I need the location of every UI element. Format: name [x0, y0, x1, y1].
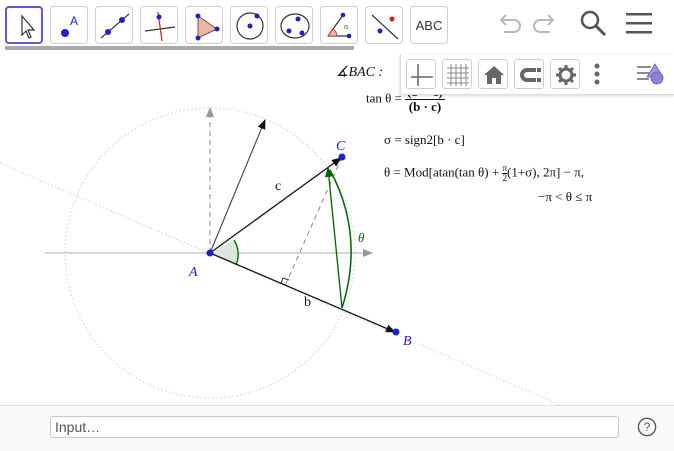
point-b-label: B [403, 334, 412, 349]
angle-tool-button[interactable]: α [320, 6, 358, 44]
perpendicular-line-tool-button[interactable] [140, 6, 178, 44]
graphics-view[interactable]: A B C c b θ [0, 50, 674, 405]
point-a-label: A [188, 265, 198, 280]
settings-icon [556, 65, 576, 85]
point-c[interactable] [338, 153, 346, 161]
move-tool-button[interactable] [5, 6, 43, 44]
more-icon[interactable] [589, 59, 605, 89]
perpendicular-line-tool-icon [144, 11, 176, 42]
home-button[interactable] [478, 59, 508, 89]
theta-label: θ [358, 230, 365, 245]
point-tool-button[interactable]: A [50, 6, 88, 44]
move-tool-icon [21, 14, 36, 39]
right-angle-marker [280, 277, 290, 284]
svg-text:α: α [344, 22, 349, 31]
vector-b-label: b [304, 295, 311, 310]
home-icon [484, 66, 504, 84]
search-icon[interactable] [578, 8, 608, 38]
style-bar-toggle-icon[interactable] [635, 59, 669, 89]
menu-icon[interactable] [624, 8, 654, 38]
reflect-tool-button[interactable] [365, 6, 403, 44]
point-b[interactable] [392, 328, 400, 336]
line-tool-button[interactable] [95, 6, 133, 44]
svg-text:A: A [70, 14, 78, 28]
angle-name-label: ∡BAC : [336, 65, 384, 80]
settings-button[interactable] [550, 59, 580, 89]
grid-toggle-icon [447, 64, 469, 86]
theta-range: −π < θ ≤ π [538, 189, 593, 204]
redo-icon[interactable] [530, 8, 560, 38]
conic-tool-icon [280, 13, 310, 39]
vector-c-label: c [275, 179, 281, 194]
magnet-snap-button[interactable] [514, 59, 544, 89]
conic-tool-button[interactable] [275, 6, 313, 44]
graphics-style-bar [400, 54, 674, 95]
polygon-tool-button[interactable] [185, 6, 223, 44]
line-tool-icon [100, 13, 130, 39]
sigma-formula: σ = sign2[b · c] [384, 132, 465, 147]
circle-tool-button[interactable] [230, 6, 268, 44]
text-tool-label: ABC [415, 17, 443, 33]
point-c-label: C [336, 139, 346, 154]
circle-tool-icon [236, 12, 264, 40]
dotted-guide-line [0, 162, 561, 405]
point-a[interactable] [206, 249, 214, 257]
grid-toggle-button[interactable] [442, 59, 472, 89]
undo-icon[interactable] [494, 8, 524, 38]
magnet-snap-icon [520, 68, 541, 82]
help-icon[interactable]: ? [637, 417, 657, 437]
point-tool-icon: A [61, 14, 78, 37]
axes-toggle-button[interactable] [406, 59, 436, 89]
help-label: ? [644, 420, 651, 434]
input-field[interactable] [50, 416, 619, 438]
angle-tool-icon: α [327, 12, 352, 39]
theta-formula: θ = Mod[atan(tan θ) + π 2 (1+σ), 2π] − π, [384, 164, 584, 183]
reflect-tool-icon [371, 14, 399, 40]
input-bar: ? [0, 405, 674, 451]
theta-formula-rhs: (1+σ), 2π] − π, [507, 164, 585, 180]
tan-denominator: (b · c) [408, 99, 442, 114]
text-tool-button[interactable]: ABC [410, 6, 448, 44]
polygon-tool-icon [195, 13, 220, 41]
theta-formula-lhs: θ = Mod[atan(tan θ) + [384, 164, 503, 180]
axes-toggle-icon [411, 64, 433, 86]
vector-b[interactable] [209, 252, 396, 333]
toolbar: A α ABC [0, 0, 674, 50]
